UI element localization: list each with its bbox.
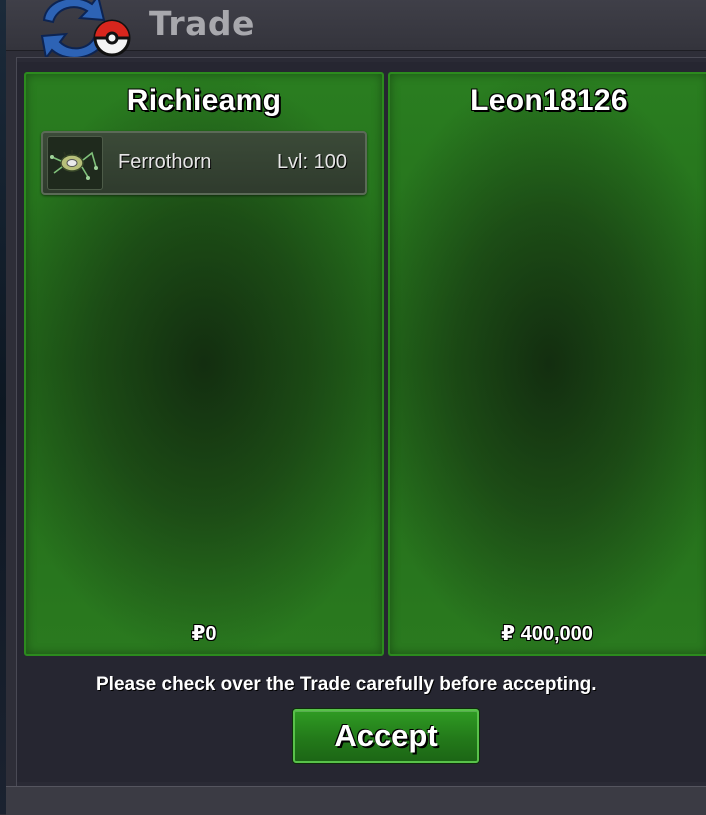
left-money-amount: ₽0	[191, 623, 217, 645]
trade-notice-text: Please check over the Trade carefully be…	[96, 674, 597, 695]
ferrothorn-sprite-icon	[47, 136, 103, 190]
right-trade-panel: Leon18126 ₽ 400,000	[388, 72, 706, 656]
title-bar[interactable]: Trade	[6, 0, 706, 61]
item-pokemon-level: Lvl: 100	[276, 151, 347, 173]
trade-offer-item[interactable]: Ferrothorn Lvl: 100	[41, 131, 367, 195]
left-player-name: Richieamg	[126, 84, 282, 117]
footer-strip	[6, 786, 706, 815]
left-trade-panel: Richieamg Ferrothorn Lvl: 100 ₽0	[24, 72, 384, 656]
accept-button[interactable]: Accept	[293, 709, 479, 763]
right-money-amount: ₽ 400,000	[501, 623, 593, 645]
window-title: Trade	[149, 4, 255, 43]
item-pokemon-name: Ferrothorn	[118, 151, 212, 173]
right-player-name: Leon18126	[470, 84, 628, 117]
background-edge	[0, 0, 6, 814]
